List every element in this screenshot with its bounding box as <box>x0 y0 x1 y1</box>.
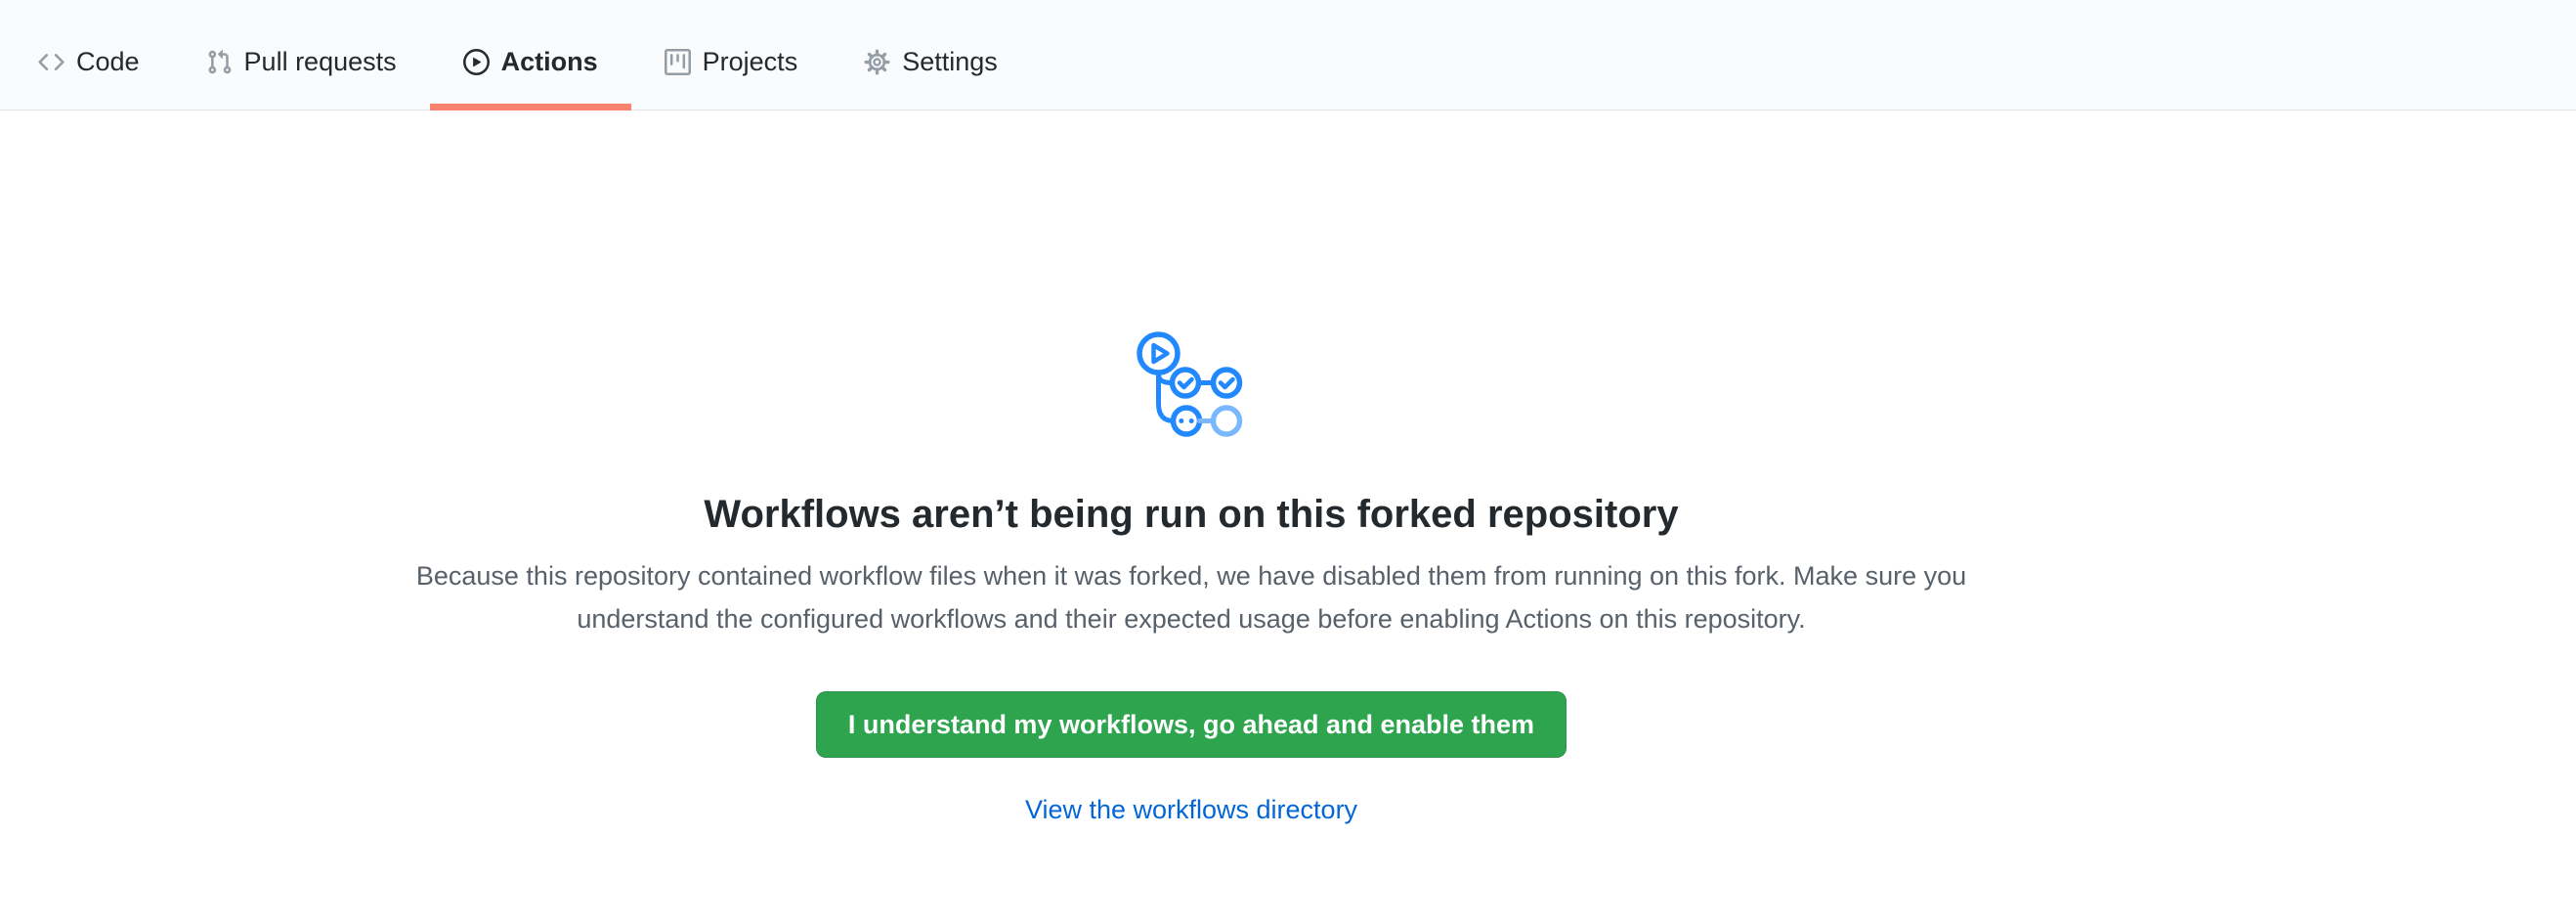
enable-workflows-button[interactable]: I understand my workflows, go ahead and … <box>816 691 1567 758</box>
tab-label: Pull requests <box>244 49 397 75</box>
tab-projects[interactable]: Projects <box>631 14 832 110</box>
tab-settings[interactable]: Settings <box>831 14 1031 110</box>
project-icon <box>665 49 691 75</box>
play-icon <box>463 49 490 75</box>
tab-actions[interactable]: Actions <box>430 14 631 110</box>
repo-tab-bar: Code Pull requests Actions Projects <box>0 0 2576 110</box>
enable-button-row: I understand my workflows, go ahead and … <box>0 640 2479 758</box>
gear-icon <box>864 49 890 75</box>
empty-state-heading: Workflows aren’t being run on this forke… <box>0 490 2479 539</box>
tab-code[interactable]: Code <box>5 14 173 110</box>
workflow-icon <box>0 331 2479 439</box>
actions-disabled-empty-state: Workflows aren’t being run on this forke… <box>0 331 2479 825</box>
tab-pull-requests[interactable]: Pull requests <box>173 14 430 110</box>
empty-state-description: Because this repository contained workfl… <box>390 554 1993 640</box>
tab-label: Settings <box>902 49 998 75</box>
git-pull-request-icon <box>206 49 233 75</box>
tab-label: Projects <box>703 49 798 75</box>
workflows-link-row: View the workflows directory <box>0 795 2479 825</box>
tab-label: Code <box>76 49 140 75</box>
view-workflows-directory-link[interactable]: View the workflows directory <box>1025 795 1357 824</box>
tab-label: Actions <box>501 49 598 75</box>
code-icon <box>38 49 64 75</box>
